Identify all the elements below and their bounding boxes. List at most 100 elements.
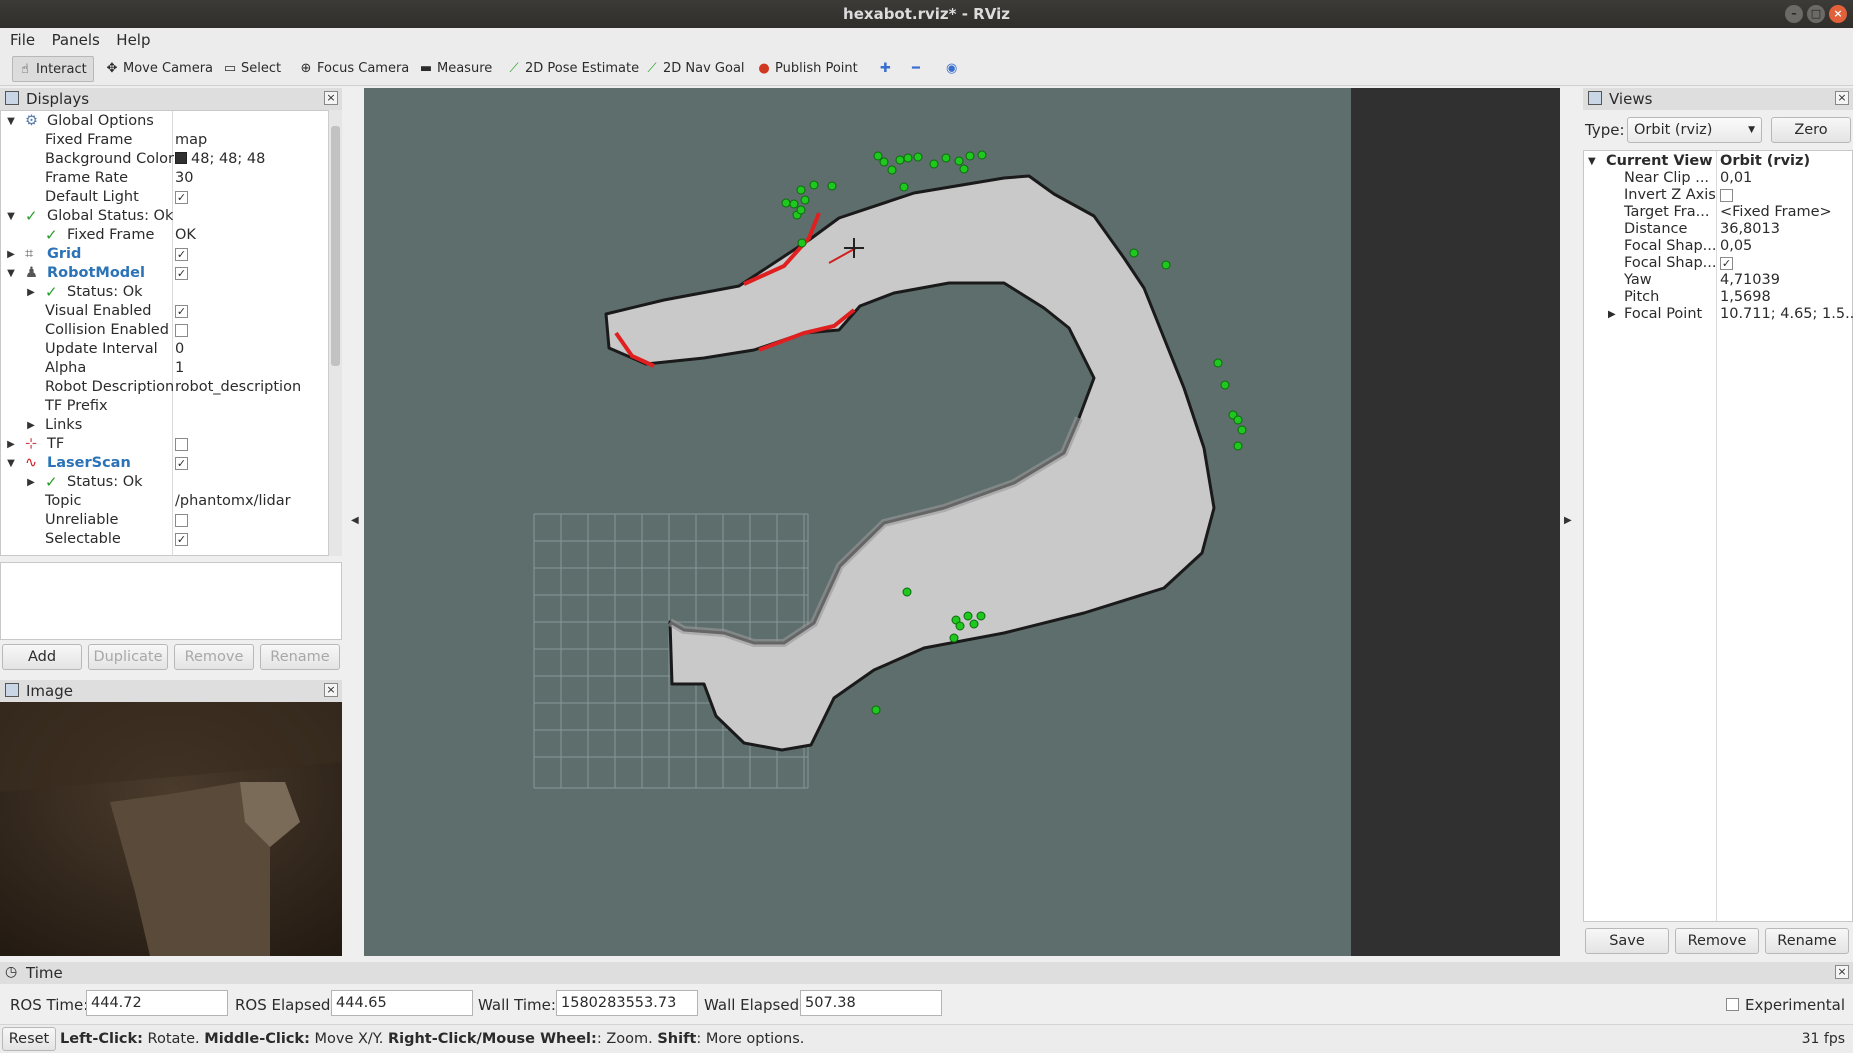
distance-row[interactable]: Distance 36,8013 [1584, 221, 1852, 238]
tree-row-collision-enabled[interactable]: Collision Enabled [1, 321, 331, 340]
ros-time-field[interactable]: 444.72 [86, 990, 228, 1016]
close-icon[interactable]: × [1835, 91, 1849, 105]
remove-tool-icon[interactable]: ━ [908, 56, 926, 82]
tree-row-global-status[interactable]: ▼ ✓ Global Status: Ok [1, 207, 331, 226]
publish-point-tool-button[interactable]: ● Publish Point [752, 56, 864, 82]
collapsed-arrow-icon[interactable]: ▶ [25, 283, 37, 302]
focal-point-row[interactable]: ▶ Focal Point 10.711; 4.65; 1.5... [1584, 306, 1853, 323]
focal-shape-fixed-row[interactable]: Focal Shap... ✓ [1584, 255, 1852, 272]
eye-tool-icon[interactable]: ◉ [942, 56, 963, 82]
robotmodel-checkbox[interactable]: ✓ [175, 266, 188, 280]
3d-render-view[interactable] [364, 88, 1351, 956]
tree-value[interactable]: 0 [175, 340, 184, 359]
scrollbar-thumb[interactable] [331, 126, 340, 366]
collapsed-arrow-icon[interactable]: ▶ [5, 435, 17, 454]
tree-value[interactable]: 1 [175, 359, 184, 378]
near-clip-row[interactable]: Near Clip ... 0,01 [1584, 170, 1852, 187]
menu-panels[interactable]: Panels [46, 28, 106, 52]
tree-row-frame-rate[interactable]: Frame Rate 30 [1, 169, 331, 188]
current-view-row[interactable]: ▼ Current View Orbit (rviz) [1584, 153, 1852, 170]
tree-value[interactable]: 1,5698 [1720, 289, 1771, 306]
yaw-row[interactable]: Yaw 4,71039 [1584, 272, 1852, 289]
save-view-button[interactable]: Save [1585, 928, 1669, 954]
2d-nav-goal-tool-button[interactable]: ⟋ 2D Nav Goal [640, 56, 751, 82]
tree-row-default-light[interactable]: Default Light ✓ [1, 188, 331, 207]
tree-row-robotmodel-status[interactable]: ▶ ✓ Status: Ok [1, 283, 331, 302]
tree-value[interactable]: map [175, 131, 207, 150]
tree-row-visual-enabled[interactable]: Visual Enabled ✓ [1, 302, 331, 321]
pitch-row[interactable]: Pitch 1,5698 [1584, 289, 1852, 306]
add-tool-icon[interactable]: ✚ [876, 56, 897, 82]
displays-scrollbar[interactable] [328, 110, 342, 556]
menu-file[interactable]: File [4, 28, 41, 52]
collapse-right-arrow-icon[interactable]: ▶ [1564, 515, 1572, 526]
experimental-checkbox[interactable] [1726, 998, 1739, 1011]
measure-tool-button[interactable]: ▬ Measure [414, 56, 498, 82]
tree-row-alpha[interactable]: Alpha 1 [1, 359, 331, 378]
tree-value[interactable]: 10.711; 4.65; 1.5... [1720, 306, 1853, 323]
expand-arrow-icon[interactable]: ▼ [1588, 153, 1596, 170]
wall-elapsed-field[interactable]: 507.38 [800, 990, 942, 1016]
focal-shape-size-row[interactable]: Focal Shap... 0,05 [1584, 238, 1852, 255]
unreliable-checkbox[interactable] [175, 513, 188, 527]
ros-elapsed-field[interactable]: 444.65 [331, 990, 473, 1016]
tf-checkbox[interactable] [175, 437, 188, 451]
displays-tree[interactable]: ▼ ⚙ Global Options Fixed Frame map Backg… [0, 110, 342, 556]
collapsed-arrow-icon[interactable]: ▶ [25, 416, 37, 435]
invert-z-checkbox[interactable] [1720, 188, 1733, 202]
select-tool-button[interactable]: ▭ Select [218, 56, 287, 82]
default-light-checkbox[interactable]: ✓ [175, 190, 188, 204]
add-display-button[interactable]: Add [2, 644, 82, 670]
expand-arrow-icon[interactable]: ▼ [5, 207, 17, 226]
wall-time-field[interactable]: 1580283553.73 [556, 990, 698, 1016]
tree-row-robot-description[interactable]: Robot Description robot_description [1, 378, 331, 397]
expand-arrow-icon[interactable]: ▼ [5, 112, 17, 131]
remove-view-button[interactable]: Remove [1675, 928, 1759, 954]
tree-row-fixed-frame-status[interactable]: ✓ Fixed Frame OK [1, 226, 331, 245]
tree-row-topic[interactable]: Topic /phantomx/lidar [1, 492, 331, 511]
collision-enabled-checkbox[interactable] [175, 323, 188, 337]
tree-value[interactable]: 48; 48; 48 [175, 150, 265, 169]
menu-help[interactable]: Help [110, 28, 156, 52]
expand-arrow-icon[interactable]: ▼ [5, 454, 17, 473]
tree-row-tf[interactable]: ▶ ⊹ TF [1, 435, 331, 454]
tree-row-global-options[interactable]: ▼ ⚙ Global Options [1, 112, 331, 131]
selectable-checkbox[interactable]: ✓ [175, 532, 188, 546]
remove-display-button[interactable]: Remove [174, 644, 254, 670]
close-icon[interactable]: × [324, 683, 338, 697]
duplicate-display-button[interactable]: Duplicate [88, 644, 168, 670]
collapsed-arrow-icon[interactable]: ▶ [5, 245, 17, 264]
tree-row-links[interactable]: ▶ Links [1, 416, 331, 435]
tree-value[interactable]: 0,05 [1720, 238, 1752, 255]
tree-row-unreliable[interactable]: Unreliable [1, 511, 331, 530]
focal-shape-checkbox[interactable]: ✓ [1720, 256, 1733, 270]
rename-display-button[interactable]: Rename [260, 644, 340, 670]
tree-value[interactable]: robot_description [175, 378, 301, 397]
zero-view-button[interactable]: Zero [1771, 117, 1851, 143]
expand-arrow-icon[interactable]: ▼ [5, 264, 17, 283]
invert-z-axis-row[interactable]: Invert Z Axis [1584, 187, 1852, 204]
tree-row-robotmodel[interactable]: ▼ ♟ RobotModel ✓ [1, 264, 331, 283]
tree-value[interactable]: 4,71039 [1720, 272, 1780, 289]
collapsed-arrow-icon[interactable]: ▶ [25, 473, 37, 492]
tree-value[interactable]: 36,8013 [1720, 221, 1780, 238]
collapse-left-arrow-icon[interactable]: ◀ [351, 515, 359, 526]
tree-row-tf-prefix[interactable]: TF Prefix [1, 397, 331, 416]
interact-tool-button[interactable]: ☝ Interact [12, 56, 94, 82]
tree-value[interactable]: /phantomx/lidar [175, 492, 291, 511]
laserscan-checkbox[interactable]: ✓ [175, 456, 188, 470]
tree-row-grid[interactable]: ▶ ⌗ Grid ✓ [1, 245, 331, 264]
grid-checkbox[interactable]: ✓ [175, 247, 188, 261]
focus-camera-tool-button[interactable]: ⊕ Focus Camera [294, 56, 415, 82]
tree-row-update-interval[interactable]: Update Interval 0 [1, 340, 331, 359]
tree-row-laserscan[interactable]: ▼ ∿ LaserScan ✓ [1, 454, 331, 473]
rename-view-button[interactable]: Rename [1765, 928, 1849, 954]
close-icon[interactable]: × [324, 91, 338, 105]
tree-value[interactable]: 0,01 [1720, 170, 1752, 187]
close-icon[interactable]: × [1829, 5, 1847, 23]
target-frame-row[interactable]: Target Fra... <Fixed Frame> [1584, 204, 1852, 221]
tree-row-fixed-frame[interactable]: Fixed Frame map [1, 131, 331, 150]
visual-enabled-checkbox[interactable]: ✓ [175, 304, 188, 318]
views-tree[interactable]: ▼ Current View Orbit (rviz) Near Clip ..… [1583, 150, 1853, 922]
tree-row-background-color[interactable]: Background Color 48; 48; 48 [1, 150, 331, 169]
